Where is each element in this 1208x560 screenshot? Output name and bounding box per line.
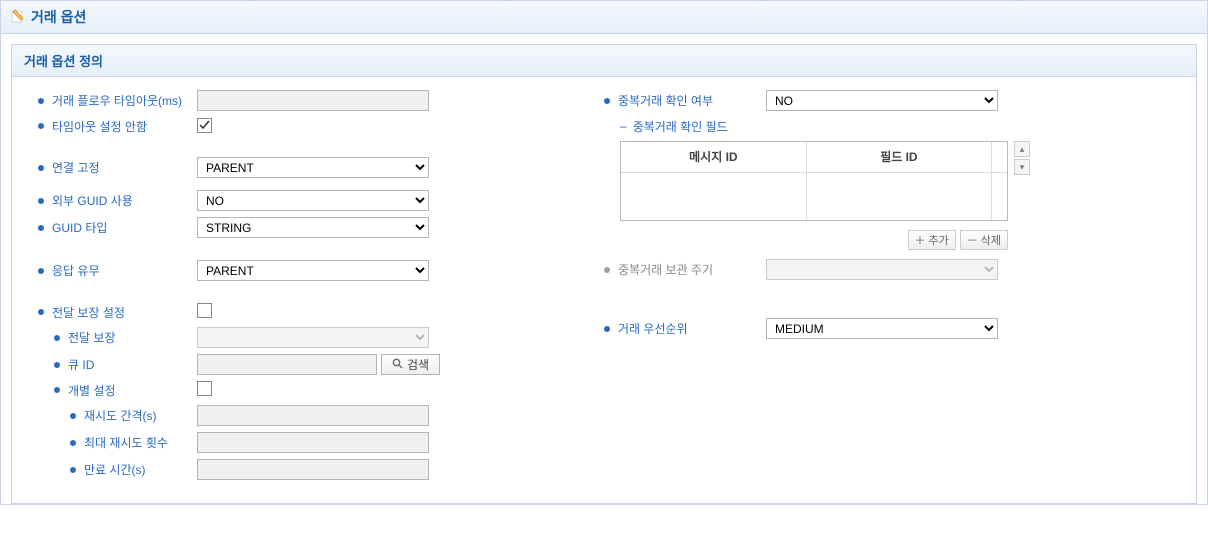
input-queue-id[interactable] xyxy=(197,354,377,375)
bullet-icon xyxy=(70,467,76,473)
checkbox-timeout-disable[interactable] xyxy=(197,118,212,133)
minus-icon: － xyxy=(967,232,978,248)
section-tx-option-def: 거래 옵션 정의 거래 플로우 타임아웃(ms) 타임아웃 설정 안함 xyxy=(11,44,1197,504)
bullet-icon xyxy=(70,440,76,446)
label-retry-interval: 재시도 간격(s) xyxy=(84,407,157,424)
table-row[interactable] xyxy=(621,172,1007,196)
panel-header: 거래 옵션 xyxy=(1,1,1207,34)
dup-field-table: 메시지 ID 필드 ID xyxy=(621,142,1007,220)
dup-field-table-area: 메시지 ID 필드 ID xyxy=(620,141,1030,221)
left-column: 거래 플로우 타임아웃(ms) 타임아웃 설정 안함 연결 고정 PARENT xyxy=(22,87,604,483)
label-max-retry-count: 최대 재시도 횟수 xyxy=(84,434,168,451)
select-dup-keep-cycle[interactable] xyxy=(766,259,998,280)
scroll-buttons: ▴ ▾ xyxy=(1014,141,1030,177)
select-response-yn[interactable]: PARENT xyxy=(197,260,429,281)
label-queue-id: 큐 ID xyxy=(68,356,94,373)
label-external-guid: 외부 GUID 사용 xyxy=(52,192,133,209)
checkbox-delivery-guarantee-setting[interactable] xyxy=(197,303,212,318)
right-column: 중복거래 확인 여부 NO –중복거래 확인 필드 메시지 ID xyxy=(604,87,1186,483)
label-delivery-guarantee: 전달 보장 xyxy=(68,329,116,346)
label-delivery-guarantee-setting: 전달 보장 설정 xyxy=(52,304,125,321)
th-message-id: 메시지 ID xyxy=(621,142,806,172)
table-row[interactable] xyxy=(621,196,1007,220)
th-field-id: 필드 ID xyxy=(806,142,991,172)
select-delivery-guarantee[interactable] xyxy=(197,327,429,348)
panel-title: 거래 옵션 xyxy=(31,7,86,27)
bullet-icon xyxy=(54,362,60,368)
search-button[interactable]: 검색 xyxy=(381,354,440,375)
bullet-icon xyxy=(54,387,60,393)
scroll-up-button[interactable]: ▴ xyxy=(1014,141,1030,157)
bullet-icon xyxy=(38,309,44,315)
input-flow-timeout[interactable] xyxy=(197,90,429,111)
input-max-retry-count[interactable] xyxy=(197,432,429,453)
checkbox-individual-setting[interactable] xyxy=(197,381,212,396)
label-timeout-disable: 타임아웃 설정 안함 xyxy=(52,118,147,135)
select-guid-type[interactable]: STRING xyxy=(197,217,429,238)
select-tx-priority[interactable]: MEDIUM xyxy=(766,318,998,339)
label-dup-check-yn: 중복거래 확인 여부 xyxy=(618,92,713,109)
select-dup-check-yn[interactable]: NO xyxy=(766,90,998,111)
label-response-yn: 응답 유무 xyxy=(52,262,100,279)
edit-icon xyxy=(11,9,25,26)
label-tx-priority: 거래 우선순위 xyxy=(618,320,688,337)
section-body: 거래 플로우 타임아웃(ms) 타임아웃 설정 안함 연결 고정 PARENT xyxy=(12,77,1196,503)
add-button[interactable]: ＋ 추가 xyxy=(908,230,956,250)
panel-transaction-options: 거래 옵션 거래 옵션 정의 거래 플로우 타임아웃(ms) 타임아웃 설정 안… xyxy=(0,0,1208,505)
section-header: 거래 옵션 정의 xyxy=(12,45,1196,77)
bullet-icon xyxy=(38,198,44,204)
dash-icon: – xyxy=(620,119,627,133)
dup-field-table-wrap: 메시지 ID 필드 ID xyxy=(620,141,1008,221)
scroll-down-button[interactable]: ▾ xyxy=(1014,159,1030,175)
delete-button[interactable]: － 삭제 xyxy=(960,230,1008,250)
search-icon xyxy=(392,358,403,372)
bullet-icon xyxy=(604,98,610,104)
label-guid-type: GUID 타입 xyxy=(52,219,107,236)
label-dup-keep-cycle: 중복거래 보관 주기 xyxy=(618,261,713,278)
bullet-icon xyxy=(38,225,44,231)
bullet-icon xyxy=(604,326,610,332)
input-retry-interval[interactable] xyxy=(197,405,429,426)
label-individual-setting: 개별 설정 xyxy=(68,382,116,399)
bullet-icon xyxy=(38,268,44,274)
label-flow-timeout: 거래 플로우 타임아웃(ms) xyxy=(52,92,182,109)
bullet-icon xyxy=(38,98,44,104)
plus-icon: ＋ xyxy=(915,232,926,248)
label-dup-check-field: 중복거래 확인 필드 xyxy=(633,118,728,135)
input-expire-time[interactable] xyxy=(197,459,429,480)
bullet-icon xyxy=(38,123,44,129)
th-blank xyxy=(992,142,1007,172)
label-connection-fix: 연결 고정 xyxy=(52,159,100,176)
label-expire-time: 만료 시간(s) xyxy=(84,461,146,478)
bullet-icon xyxy=(54,335,60,341)
bullet-icon xyxy=(604,267,610,273)
bullet-icon xyxy=(70,413,76,419)
select-connection-fix[interactable]: PARENT xyxy=(197,157,429,178)
select-external-guid[interactable]: NO xyxy=(197,190,429,211)
table-buttons: ＋ 추가 － 삭제 xyxy=(620,230,1008,250)
bullet-icon xyxy=(38,165,44,171)
